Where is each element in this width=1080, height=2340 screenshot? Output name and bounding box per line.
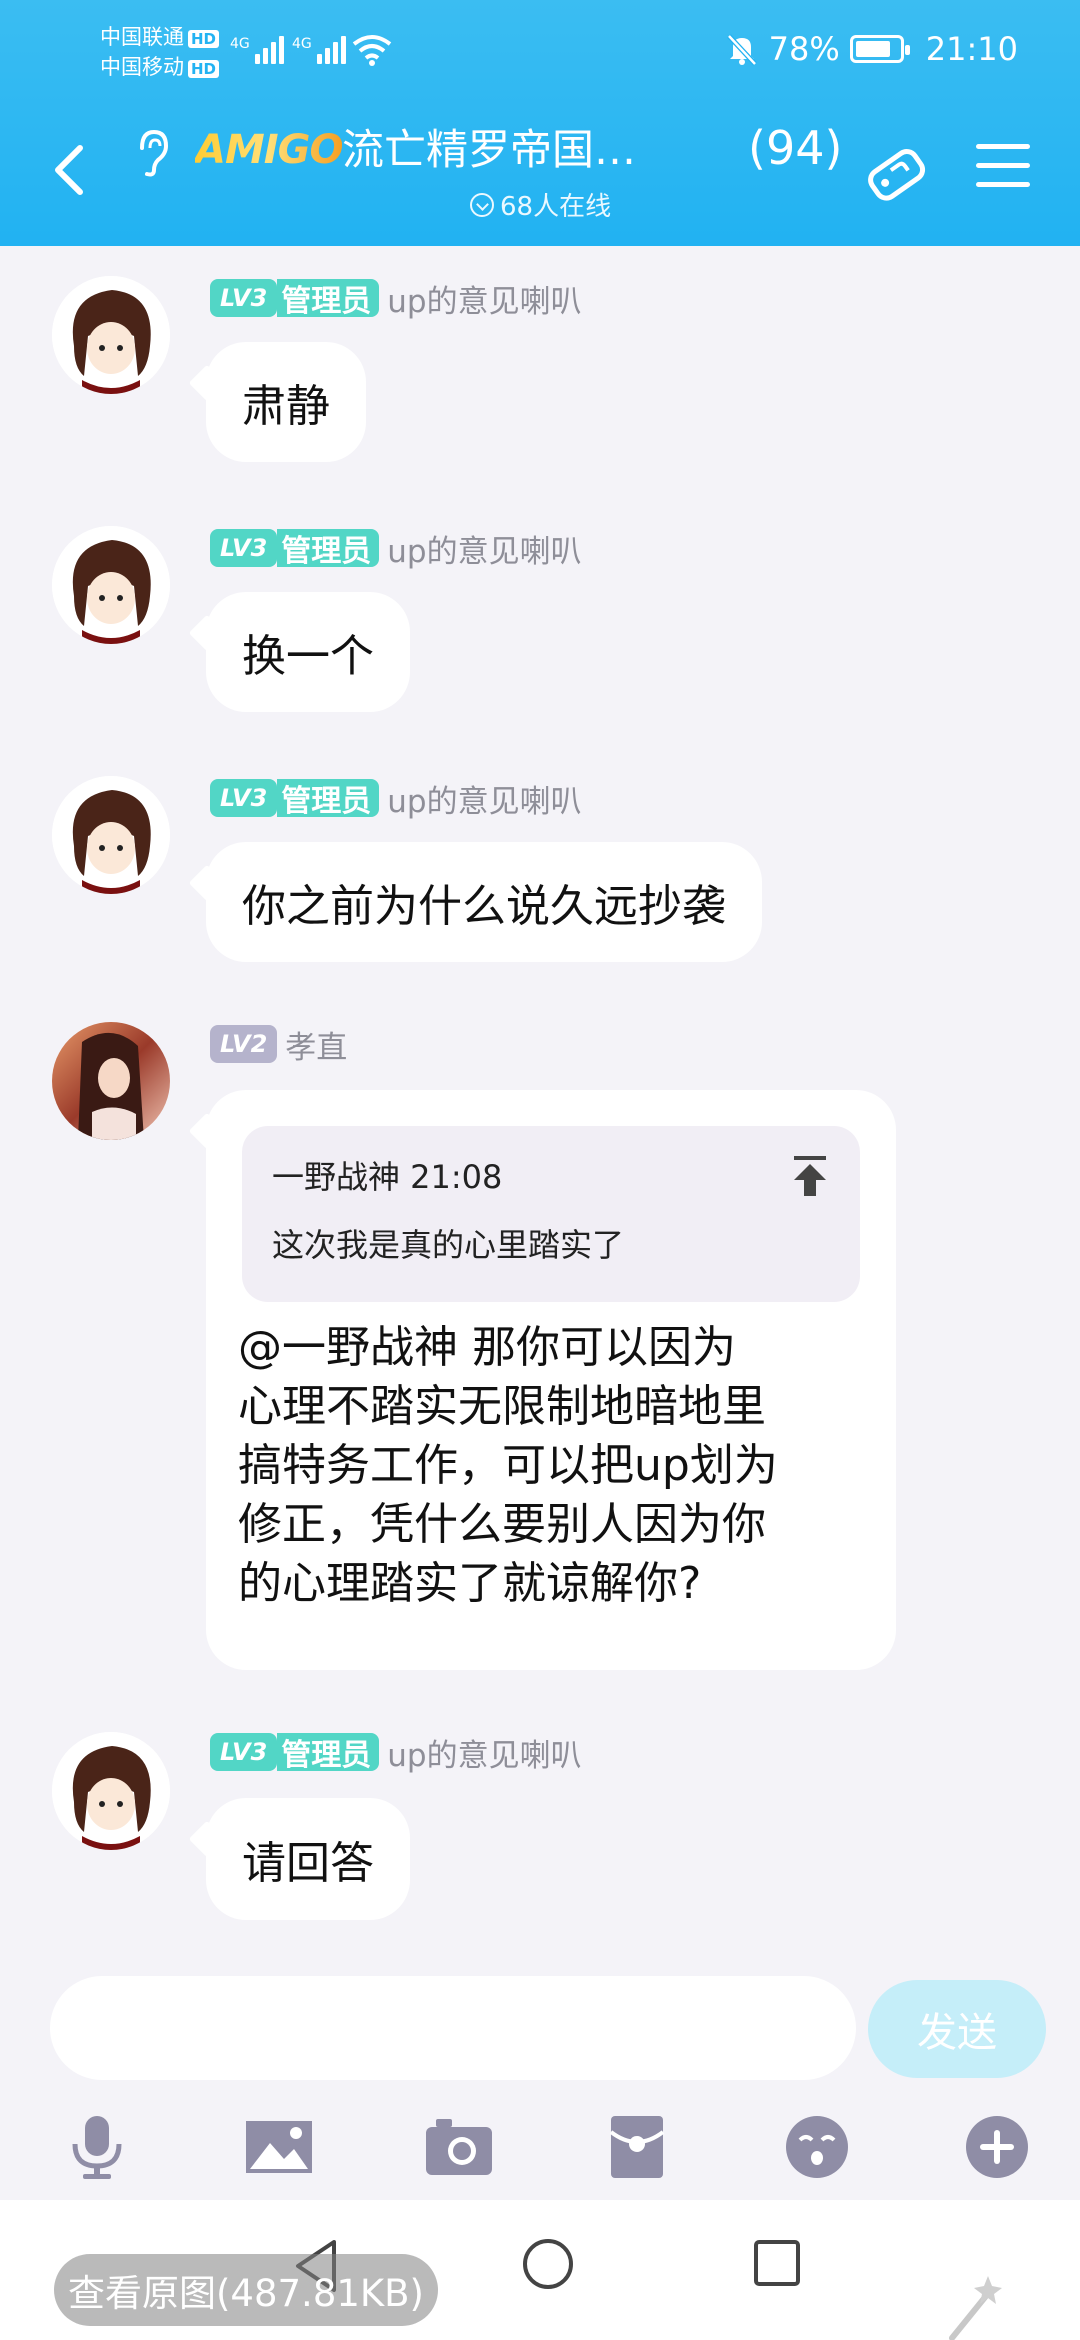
- quoted-text: 这次我是真的心里踏实了: [272, 1226, 625, 1264]
- sender-meta: LV3 管理员 up的意见喇叭: [210, 776, 582, 821]
- red-packet-icon[interactable]: [602, 2112, 672, 2182]
- nav-recents-icon[interactable]: [752, 2238, 802, 2288]
- nav-home-icon[interactable]: [520, 2236, 576, 2292]
- message-text: 肃静: [242, 381, 330, 432]
- carrier-info: 中国联通 HD 中国移动 HD: [100, 22, 220, 82]
- view-original-button[interactable]: 查看原图(487.81KB): [54, 2254, 438, 2326]
- clock: 21:10: [925, 30, 1018, 68]
- message-bubble[interactable]: 请回答: [206, 1798, 410, 1920]
- avatar[interactable]: [52, 1022, 170, 1140]
- admin-badge: 管理员: [277, 529, 380, 569]
- carrier-mobile: 中国移动: [100, 55, 184, 79]
- image-icon[interactable]: [244, 2112, 314, 2182]
- reply-message-bubble[interactable]: 一野战神 21:08 这次我是真的心里踏实了 @一野战神 那你可以因为 心理不踏…: [206, 1090, 896, 1670]
- nav-bar: AMIGO 流亡精罗帝国… (94) 68人在线: [0, 100, 1080, 246]
- chat-header: 中国联通 HD 中国移动 HD 4G 4G 78% 21:10 AMIGO 流亡精罗…: [0, 0, 1080, 246]
- sender-name[interactable]: up的意见喇叭: [387, 776, 581, 821]
- battery-icon: [849, 35, 910, 63]
- message-text: 你之前为什么说久远抄袭: [242, 881, 726, 932]
- signal-icon: 4G: [292, 36, 346, 64]
- sender-name[interactable]: up的意见喇叭: [387, 526, 581, 571]
- input-toolbar: [0, 2100, 1080, 2196]
- wifi-icon: [352, 35, 392, 66]
- avatar[interactable]: [52, 526, 170, 644]
- admin-badge: 管理员: [277, 1733, 380, 1773]
- group-title[interactable]: 流亡精罗帝国…: [342, 122, 636, 178]
- status-bar: 中国联通 HD 中国移动 HD 4G 4G 78% 21:10: [0, 0, 1080, 100]
- back-arrow-icon[interactable]: [50, 140, 90, 200]
- carrier-unicom: 中国联通: [100, 25, 184, 49]
- hd-badge: HD: [188, 60, 220, 78]
- system-status: 78% 21:10: [725, 30, 1018, 68]
- level-badge: LV3: [210, 779, 278, 817]
- sender-meta: LV3 管理员 up的意见喇叭: [210, 276, 582, 321]
- jump-to-top-icon[interactable]: [790, 1154, 830, 1198]
- sender-name[interactable]: 孝直: [285, 1022, 347, 1067]
- quoted-sender-time: 一野战神 21:08: [272, 1158, 503, 1196]
- level-badge: LV2: [210, 1025, 278, 1063]
- chevron-down-icon: [470, 192, 494, 217]
- member-count: (94): [748, 121, 843, 175]
- quoted-message[interactable]: 一野战神 21:08 这次我是真的心里踏实了: [242, 1126, 860, 1302]
- magic-wand-icon[interactable]: [938, 2266, 1014, 2340]
- admin-badge: 管理员: [277, 779, 380, 819]
- menu-icon[interactable]: [976, 144, 1030, 190]
- message-bubble[interactable]: 换一个: [206, 592, 410, 712]
- hd-badge: HD: [188, 30, 220, 48]
- signal-icon: 4G: [230, 36, 284, 64]
- online-status[interactable]: 68人在线: [470, 186, 611, 223]
- sender-name[interactable]: up的意见喇叭: [387, 1730, 581, 1775]
- sender-meta: LV3 管理员 up的意见喇叭: [210, 1730, 582, 1775]
- avatar[interactable]: [52, 1732, 170, 1850]
- ear-mode-icon[interactable]: [132, 128, 172, 178]
- sender-meta: LV2 孝直: [210, 1022, 347, 1067]
- level-badge: LV3: [210, 1733, 278, 1771]
- tag-link-icon[interactable]: [860, 138, 932, 210]
- online-count: 68人在线: [500, 192, 612, 222]
- message-bubble[interactable]: 你之前为什么说久远抄袭: [206, 842, 762, 962]
- plus-icon[interactable]: [962, 2112, 1032, 2182]
- message-input[interactable]: [50, 1976, 856, 2080]
- group-logo: AMIGO: [195, 122, 343, 178]
- mute-bell-icon: [726, 34, 757, 66]
- camera-icon[interactable]: [424, 2112, 494, 2182]
- message-text: @一野战神 那你可以因为 心理不踏实无限制地暗地里 搞特务工作，可以把up划为 …: [238, 1322, 778, 1609]
- battery-percent: 78%: [768, 30, 840, 68]
- message-text: 请回答: [242, 1838, 374, 1889]
- send-button[interactable]: 发送: [868, 1980, 1046, 2078]
- admin-badge: 管理员: [277, 279, 380, 319]
- avatar[interactable]: [52, 776, 170, 894]
- sender-name[interactable]: up的意见喇叭: [387, 276, 581, 321]
- level-badge: LV3: [210, 529, 278, 567]
- message-bubble[interactable]: 肃静: [206, 342, 366, 462]
- message-text: 换一个: [242, 631, 374, 682]
- microphone-icon[interactable]: [62, 2112, 132, 2182]
- sender-meta: LV3 管理员 up的意见喇叭: [210, 526, 582, 571]
- avatar[interactable]: [52, 276, 170, 394]
- level-badge: LV3: [210, 279, 278, 317]
- emoji-icon[interactable]: [782, 2112, 852, 2182]
